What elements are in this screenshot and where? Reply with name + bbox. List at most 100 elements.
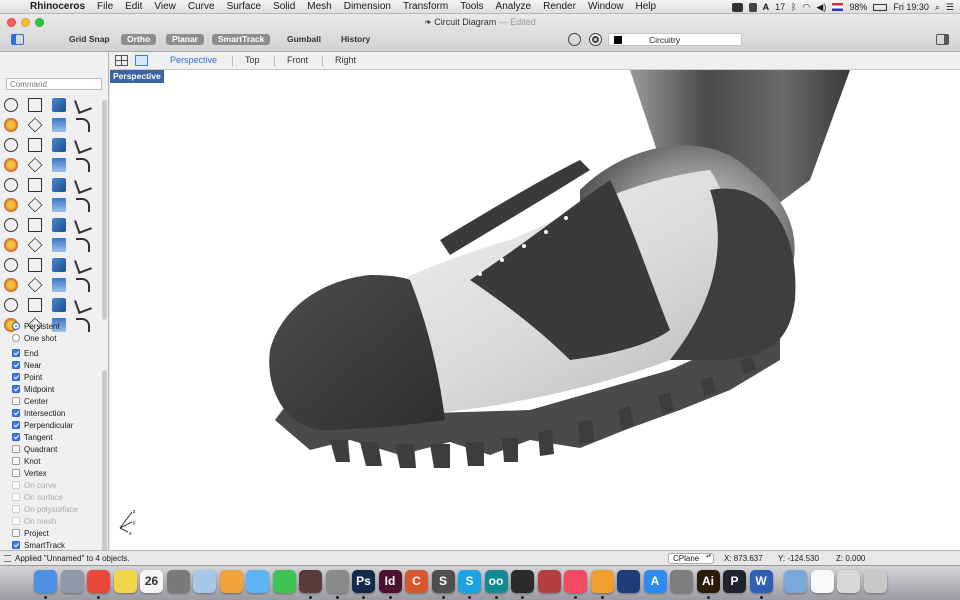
join-tool-icon[interactable] — [28, 178, 42, 192]
material-tool-icon[interactable] — [76, 318, 90, 332]
messages-icon[interactable] — [246, 570, 269, 593]
preview-icon[interactable] — [193, 570, 216, 593]
osnap-mode-radio[interactable] — [12, 322, 20, 330]
boolean-tool-icon[interactable] — [74, 176, 92, 194]
revolve-tool-icon[interactable] — [27, 197, 43, 213]
osnap-item[interactable]: Tangent — [12, 431, 52, 443]
menu-edit[interactable]: Edit — [119, 1, 148, 12]
command-history-grip-icon[interactable] — [4, 555, 11, 562]
cplane-selector[interactable]: CPlane — [668, 553, 714, 564]
photoshop-icon[interactable]: Ps — [352, 570, 375, 593]
p-app-icon[interactable]: P — [723, 570, 746, 593]
indesign-icon[interactable]: Id — [378, 570, 402, 593]
tab-top[interactable]: Top — [245, 55, 260, 65]
osnap-checkbox[interactable] — [12, 445, 20, 453]
word-icon[interactable]: W — [749, 570, 773, 593]
hide-tool-icon[interactable] — [52, 298, 66, 312]
osnap-checkbox[interactable] — [12, 433, 20, 441]
fillet-tool-icon[interactable] — [76, 118, 90, 132]
properties-tool-icon[interactable] — [74, 296, 92, 314]
osnap-item[interactable]: Intersection — [12, 407, 65, 419]
render-tool-icon[interactable] — [76, 278, 90, 292]
airplay-icon[interactable] — [748, 2, 757, 12]
loft-tool-icon[interactable] — [76, 198, 90, 212]
orient-tool-icon[interactable] — [76, 238, 90, 252]
sublime-icon[interactable]: S — [431, 570, 455, 593]
battery-icon[interactable] — [873, 3, 888, 11]
offset-tool-icon[interactable] — [4, 138, 18, 152]
select-tool-icon[interactable] — [4, 98, 18, 112]
menu-window[interactable]: Window — [582, 1, 630, 12]
left-sidebar-toggle-icon[interactable] — [11, 34, 24, 45]
osnap-item[interactable]: Knot — [12, 455, 40, 467]
osnap-checkbox[interactable] — [12, 421, 20, 429]
photo-app-icon[interactable] — [299, 570, 322, 593]
osnap-checkbox[interactable] — [12, 517, 20, 525]
creative-cloud-icon[interactable]: C — [405, 570, 428, 593]
group-tool-icon[interactable] — [52, 178, 66, 192]
osnap-item[interactable]: Perpendicular — [12, 419, 73, 431]
trim-tool-icon[interactable] — [52, 138, 66, 152]
snap-tool-icon[interactable] — [4, 298, 18, 312]
layer-selector[interactable]: Circuitry — [608, 33, 742, 46]
menu-dimension[interactable]: Dimension — [338, 1, 397, 12]
osnap-item[interactable]: On surface — [12, 491, 63, 503]
polyline-tool-icon[interactable] — [52, 98, 66, 112]
zoom-tool-icon[interactable] — [4, 278, 18, 292]
flag-icon[interactable] — [832, 3, 844, 11]
photo-booth-icon[interactable] — [166, 570, 190, 593]
rectangle-tool-icon[interactable] — [74, 96, 92, 114]
osnap-icon[interactable] — [568, 33, 581, 46]
finder-icon[interactable] — [34, 570, 57, 593]
arduino-icon[interactable]: oo — [484, 570, 508, 593]
hatch-tool-icon[interactable] — [52, 258, 66, 272]
rhino-icon[interactable] — [325, 570, 349, 593]
rebuild-tool-icon[interactable] — [74, 136, 92, 154]
surface-tool-icon[interactable] — [52, 158, 66, 172]
sketch-icon[interactable] — [617, 570, 640, 593]
perspective-viewport[interactable]: Perspective y x z — [110, 70, 960, 550]
shoe-model[interactable] — [110, 70, 960, 550]
osnap-item[interactable]: Project — [12, 527, 49, 539]
arc-tool-icon[interactable] — [27, 117, 43, 133]
plane-tool-icon[interactable] — [76, 158, 90, 172]
menu-render[interactable]: Render — [537, 1, 582, 12]
sweep-tool-icon[interactable] — [52, 198, 66, 212]
menu-view[interactable]: View — [148, 1, 182, 12]
system-preferences-icon[interactable] — [670, 570, 693, 593]
osnap-checkbox[interactable] — [12, 409, 20, 417]
chrome-icon[interactable] — [87, 570, 110, 593]
menu-file[interactable]: File — [91, 1, 119, 12]
tab-perspective[interactable]: Perspective — [170, 55, 217, 65]
lock-tool-icon[interactable] — [28, 298, 42, 312]
clock[interactable]: Fri 19:30 — [893, 2, 929, 12]
gumball-button[interactable]: Gumball — [281, 34, 327, 45]
box-tool-icon[interactable] — [4, 158, 18, 172]
tool-palette-scrollbar[interactable] — [102, 100, 107, 320]
curve-tool-icon[interactable] — [52, 118, 66, 132]
menu-transform[interactable]: Transform — [397, 1, 454, 12]
menu-surface[interactable]: Surface — [221, 1, 267, 12]
osnap-checkbox[interactable] — [12, 505, 20, 513]
menu-rhinoceros[interactable]: Rhinoceros — [24, 1, 91, 12]
adobe-icon[interactable]: A — [763, 2, 770, 12]
dropbox-icon[interactable] — [731, 2, 743, 12]
circle-tool-icon[interactable] — [4, 118, 18, 132]
osnap-checkbox[interactable] — [12, 541, 20, 549]
osnap-checkbox[interactable] — [12, 385, 20, 393]
single-viewport-layout-icon[interactable] — [135, 55, 148, 66]
align-tool-icon[interactable] — [52, 238, 66, 252]
calendar-icon[interactable]: 26 — [140, 570, 163, 593]
explode-tool-icon[interactable] — [4, 178, 18, 192]
osnap-item[interactable]: On polysurface — [12, 503, 78, 515]
extrude-tool-icon[interactable] — [4, 198, 18, 212]
music-icon[interactable] — [564, 570, 587, 593]
osnap-item[interactable]: Quadrant — [12, 443, 57, 455]
wifi-icon[interactable]: ◠ — [803, 2, 811, 13]
grid-snap-button[interactable]: Grid Snap — [63, 34, 116, 45]
rotate-tool-icon[interactable] — [52, 218, 66, 232]
osnap-checkbox[interactable] — [12, 529, 20, 537]
tab-front[interactable]: Front — [287, 55, 308, 65]
osnap-checkbox[interactable] — [12, 361, 20, 369]
trash-icon[interactable] — [863, 570, 887, 593]
